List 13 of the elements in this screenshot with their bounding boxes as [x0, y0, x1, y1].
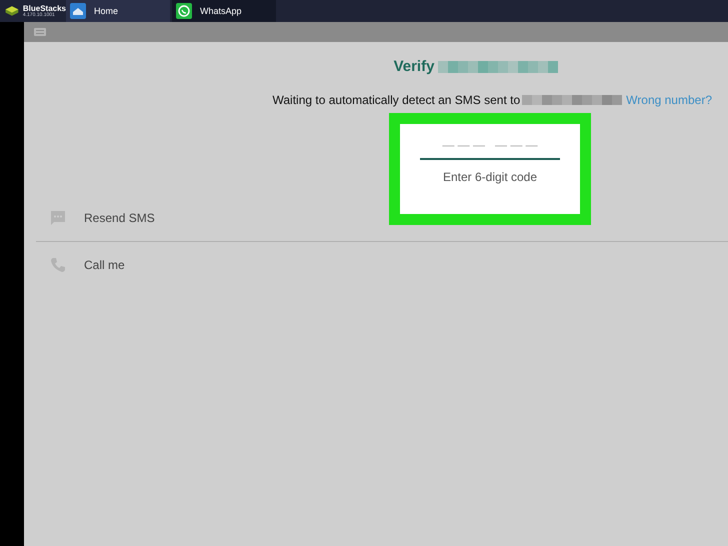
chat-bubble-icon — [176, 3, 192, 19]
tab[interactable]: WhatsApp — [172, 0, 276, 22]
message-icon — [50, 210, 66, 226]
house-icon — [70, 3, 86, 19]
verify-title: Verify — [394, 58, 434, 75]
app-name: BlueStacks — [22, 4, 66, 12]
option-button[interactable]: Resend SMS — [84, 211, 155, 225]
tab[interactable]: Home — [66, 0, 170, 22]
code-hint: Enter 6-digit code — [442, 170, 538, 184]
waiting-message: Waiting to automatically detect an SMS sent to — [272, 93, 520, 107]
option-button[interactable]: Call me — [84, 258, 125, 272]
phone-icon — [50, 257, 66, 273]
keyboard-icon[interactable] — [34, 28, 46, 36]
